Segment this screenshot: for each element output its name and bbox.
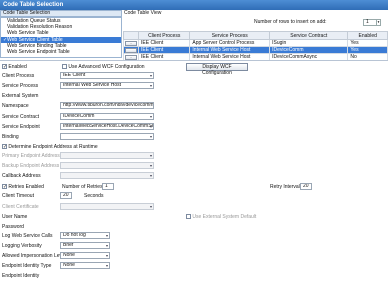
table-cell[interactable]: IEE Client bbox=[137, 39, 191, 47]
table-cell[interactable]: ISugin bbox=[269, 39, 349, 47]
password-label: Password bbox=[2, 224, 24, 230]
backup-endpoint-select[interactable] bbox=[60, 162, 154, 169]
left-panel-header: Code Table Selection bbox=[0, 10, 122, 17]
column-header[interactable]: Service Contract bbox=[269, 31, 349, 40]
client-certificate-label: Client Certificate bbox=[2, 204, 39, 210]
retries-enabled-row: Retries Enabled bbox=[2, 183, 44, 191]
list-item-label: Validation Queue Status bbox=[7, 18, 61, 24]
table-row[interactable]: ... IEE Client App Server Control Proces… bbox=[123, 39, 388, 47]
display-wcf-configuration-button[interactable]: Display WCF Configuration bbox=[186, 63, 248, 76]
client-process-select[interactable]: IEE Client bbox=[60, 72, 154, 79]
row-button-cell: ... bbox=[123, 39, 139, 47]
allowed-impersonation-select[interactable]: None bbox=[60, 252, 110, 259]
use-advanced-row: Use Advanced WCF Configuration bbox=[62, 63, 145, 71]
row-detail-button[interactable]: ... bbox=[125, 47, 137, 53]
service-contract-select[interactable]: IDeviceComm bbox=[60, 113, 154, 120]
backup-endpoint-label: Backup Endpoint Address bbox=[2, 163, 60, 169]
retries-enabled-checkbox[interactable] bbox=[2, 183, 7, 191]
table-cell[interactable]: Yes bbox=[347, 39, 388, 47]
client-timeout-input[interactable]: 20 bbox=[60, 192, 72, 199]
use-external-default-label: Use External System Default bbox=[192, 214, 257, 220]
endpoint-identity-type-select[interactable]: None bbox=[60, 262, 110, 269]
binding-label: Binding bbox=[2, 134, 19, 140]
use-advanced-label: Use Advanced WCF Configuration bbox=[68, 64, 145, 70]
retry-interval-input[interactable]: 20 bbox=[300, 183, 312, 190]
column-header[interactable]: Enabled bbox=[347, 31, 388, 40]
list-item-label: Web Service Binding Table bbox=[7, 42, 67, 49]
number-of-retries-input[interactable]: 1 bbox=[102, 183, 114, 190]
table-cell[interactable]: IEE Client bbox=[137, 46, 191, 54]
table-row-selected[interactable]: ... IEE Client Internal Web Service Host… bbox=[123, 46, 388, 54]
enabled-label: Enabled bbox=[8, 64, 27, 70]
window-title: Code Table Selection bbox=[0, 0, 388, 10]
column-header[interactable]: Service Process bbox=[189, 31, 271, 40]
service-endpoint-select[interactable]: InternalWebServiceHost.DeviceCommService… bbox=[60, 123, 154, 130]
enabled-checkbox[interactable] bbox=[2, 63, 7, 71]
endpoint-identity-label: Endpoint Identity bbox=[2, 273, 40, 279]
allowed-impersonation-label: Allowed Impersonation Level bbox=[2, 253, 66, 259]
retry-interval-label: Retry Interval bbox=[270, 184, 300, 190]
binding-select[interactable] bbox=[60, 133, 154, 140]
determine-endpoint-row: Determine Endpoint Address at Runtime bbox=[2, 143, 98, 151]
user-name-label: User Name bbox=[2, 214, 28, 220]
logging-verbosity-label: Logging Verbosity bbox=[2, 243, 42, 249]
number-of-retries-label: Number of Retries bbox=[62, 184, 103, 190]
use-external-default-row: Use External System Default bbox=[186, 213, 256, 221]
logging-verbosity-select[interactable]: Brief bbox=[60, 242, 110, 249]
list-item-label: Validation Resolution Reason bbox=[7, 24, 73, 31]
use-advanced-checkbox[interactable] bbox=[62, 64, 67, 70]
client-certificate-select[interactable] bbox=[60, 203, 154, 210]
rows-to-insert-spinner[interactable]: 1 ▼ bbox=[363, 19, 381, 26]
code-table-grid: Client Process Service Process Service C… bbox=[123, 31, 388, 61]
right-panel-header: Code Table View bbox=[124, 10, 162, 16]
callback-address-select[interactable] bbox=[60, 172, 154, 179]
row-detail-button[interactable]: ... bbox=[125, 40, 137, 46]
list-item-label: Web Service Table bbox=[7, 30, 49, 37]
table-cell[interactable]: IDeviceComm bbox=[269, 46, 349, 54]
use-external-default-checkbox[interactable] bbox=[186, 214, 191, 220]
list-item[interactable]: Web Service Endpoint Table bbox=[1, 49, 121, 55]
seconds-label: Seconds bbox=[84, 193, 104, 199]
service-process-label: Service Process bbox=[2, 83, 39, 89]
code-table-list[interactable]: Validation Queue Status Validation Resol… bbox=[0, 17, 122, 58]
retries-enabled-label: Retries Enabled bbox=[8, 184, 44, 190]
row-button-header bbox=[123, 31, 139, 40]
namespace-label: Namespace bbox=[2, 103, 29, 109]
service-endpoint-label: Service Endpoint bbox=[2, 124, 40, 130]
log-web-service-calls-label: Log Web Service Calls bbox=[2, 233, 53, 239]
table-cell[interactable]: App Server Control Process bbox=[189, 39, 271, 47]
enabled-row: Enabled bbox=[2, 63, 27, 71]
endpoint-identity-type-label: Endpoint Identity Type bbox=[2, 263, 52, 269]
column-header[interactable]: Client Process bbox=[137, 31, 191, 40]
log-web-service-calls-select[interactable]: Do not log bbox=[60, 232, 110, 239]
list-item-label: Web Service Endpoint Table bbox=[7, 48, 70, 55]
list-item-label: Web Service Client Table bbox=[7, 36, 63, 43]
row-button-cell: ... bbox=[123, 46, 139, 54]
row-detail-button[interactable]: ... bbox=[125, 54, 137, 60]
primary-endpoint-label: Primary Endpoint Address bbox=[2, 153, 60, 159]
service-contract-label: Service Contract bbox=[2, 114, 39, 120]
determine-endpoint-label: Determine Endpoint Address at Runtime bbox=[8, 144, 98, 150]
namespace-input[interactable]: http://www.tiburon.com/hdiv/devicecomm/2… bbox=[60, 102, 154, 109]
external-system-label: External System bbox=[2, 93, 39, 99]
determine-endpoint-checkbox[interactable] bbox=[2, 143, 7, 151]
chevron-down-icon[interactable]: ▼ bbox=[376, 20, 380, 25]
table-cell[interactable]: Internal Web Service Host bbox=[189, 46, 271, 54]
rows-to-insert-value: 1 bbox=[366, 19, 369, 25]
client-timeout-label: Client Timeout bbox=[2, 193, 34, 199]
client-process-label: Client Process bbox=[2, 73, 35, 79]
primary-endpoint-select[interactable] bbox=[60, 152, 154, 159]
rows-to-insert-label: Number of rows to insert on add: bbox=[254, 19, 327, 25]
table-cell[interactable]: Yes bbox=[347, 46, 388, 54]
section-divider bbox=[0, 60, 388, 61]
service-process-select[interactable]: Internal Web Service Host bbox=[60, 82, 154, 89]
callback-address-label: Callback Address bbox=[2, 173, 41, 179]
